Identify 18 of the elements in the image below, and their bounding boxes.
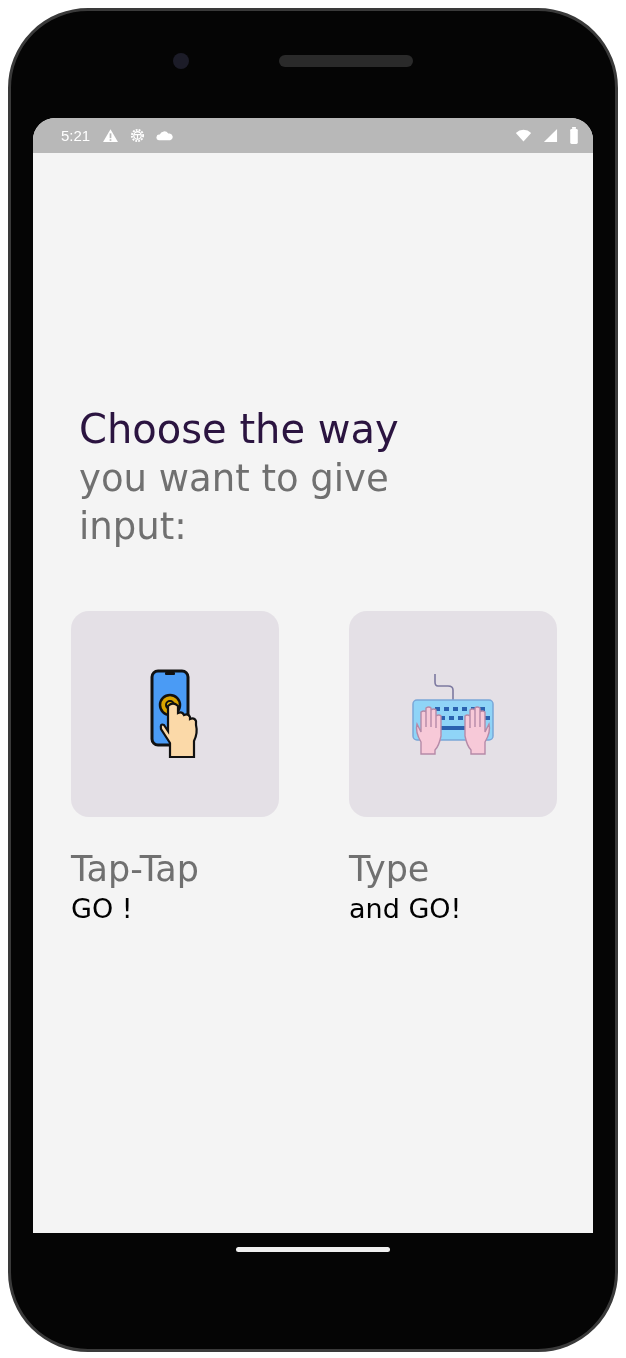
phone-tap-icon (150, 669, 200, 759)
battery-icon (569, 127, 579, 144)
home-bar[interactable] (236, 1247, 390, 1252)
wifi-icon (515, 128, 532, 143)
heading-title: Choose the way (79, 405, 400, 454)
signal-icon (542, 128, 559, 143)
warning-icon (102, 128, 120, 143)
option-caption: GO ! (71, 892, 134, 926)
gear-icon (129, 128, 147, 143)
status-time: 5:21 (61, 127, 91, 144)
option-card[interactable] (71, 611, 279, 817)
cloud-icon (156, 128, 174, 143)
camera-dot (173, 52, 189, 69)
heading-subtitle: you want to give input: (79, 456, 390, 550)
option-title: Type (349, 848, 431, 891)
keyboard-hands-icon (411, 672, 495, 756)
option-title: Tap-Tap (71, 848, 200, 891)
option-caption: and GO! (349, 892, 463, 926)
